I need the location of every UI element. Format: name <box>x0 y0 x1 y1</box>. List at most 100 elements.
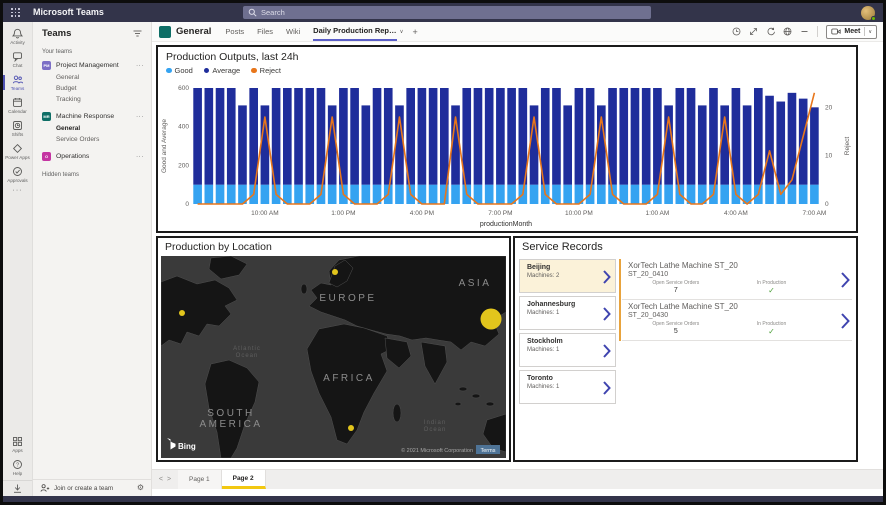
team-avatar: O <box>42 152 51 161</box>
svg-text:Ocean: Ocean <box>424 427 447 433</box>
rail-more-button[interactable]: ··· <box>3 187 32 199</box>
expand-icon[interactable] <box>749 27 758 36</box>
svg-text:0: 0 <box>825 201 829 208</box>
in-production-check: ✓ <box>724 286 820 295</box>
search-input[interactable]: Search <box>243 6 651 19</box>
add-tab-button[interactable]: + <box>413 27 418 37</box>
svg-text:Bing: Bing <box>178 442 196 451</box>
join-or-create-team-button[interactable]: Join or create a team ⚙ <box>33 479 151 496</box>
rail-item-activity[interactable]: Activity <box>3 26 32 47</box>
rail-item-power-apps[interactable]: Power Apps <box>3 141 32 162</box>
meet-button[interactable]: Meet ∨ <box>826 25 877 39</box>
tab-posts[interactable]: Posts <box>225 22 244 41</box>
team-more-button[interactable]: ··· <box>136 153 144 160</box>
team-more-button[interactable]: ··· <box>136 62 144 69</box>
chart-legend: Good Average Reject <box>166 66 856 75</box>
tab-daily-production-report[interactable]: Daily Production Rep… <box>313 22 396 41</box>
svg-text:Good and Average: Good and Average <box>161 119 168 173</box>
rail-item-help[interactable]: ? Help <box>3 457 32 478</box>
open-service-orders-value: 5 <box>628 328 724 335</box>
svg-text:SOUTH: SOUTH <box>207 408 255 419</box>
title-bar: Microsoft Teams Search <box>3 3 883 22</box>
map-dot-johannesburg[interactable] <box>348 425 354 431</box>
svg-text:Reject: Reject <box>844 137 851 156</box>
terms-link[interactable]: Terms <box>476 445 500 454</box>
filter-icon[interactable] <box>132 28 143 39</box>
page-tab-2[interactable]: Page 2 <box>222 470 266 489</box>
location-item-johannesburg[interactable]: Johannesburg Machines: 1 <box>519 296 616 330</box>
world-map[interactable]: EUROPE ASIA AFRICA SOUTH AMERICA Atlanti… <box>161 256 506 458</box>
page-next-button[interactable]: > <box>167 476 171 483</box>
rail-item-chat[interactable]: Chat <box>3 49 32 70</box>
rail-item-calendar[interactable]: Calendar <box>3 95 32 116</box>
team-row-machine-response[interactable]: MR Machine Response ··· <box>33 109 151 123</box>
svg-text:10: 10 <box>825 153 833 160</box>
location-item-toronto[interactable]: Toronto Machines: 1 <box>519 370 616 404</box>
map-title: Production by Location <box>165 241 509 253</box>
tab-files[interactable]: Files <box>257 22 273 41</box>
svg-text:AFRICA: AFRICA <box>323 373 375 384</box>
main-content: General Posts Files Wiki Daily Productio… <box>152 22 883 496</box>
globe-icon[interactable] <box>783 27 792 36</box>
download-desktop-button[interactable] <box>3 480 32 496</box>
legend-dot-average <box>204 68 210 74</box>
user-avatar[interactable] <box>861 6 875 20</box>
svg-text:7:00 PM: 7:00 PM <box>488 210 512 217</box>
meet-dropdown-icon[interactable]: ∨ <box>868 29 872 35</box>
chevron-right-icon[interactable] <box>603 344 611 358</box>
presence-dot <box>871 16 876 21</box>
refresh-icon[interactable] <box>766 27 775 36</box>
svg-text:productionMonth: productionMonth <box>480 221 532 228</box>
search-placeholder: Search <box>261 8 285 17</box>
divider-accent <box>619 259 621 341</box>
machine-card-st20-0430[interactable]: XorTech Lathe Machine ST_20 ST_20_0430 O… <box>622 300 852 341</box>
page-prev-button[interactable]: < <box>159 476 163 483</box>
collapse-icon[interactable] <box>800 27 809 36</box>
svg-text:1:00 PM: 1:00 PM <box>331 210 355 217</box>
chevron-right-icon[interactable] <box>603 381 611 395</box>
report-page-tabs: < > Page 1 Page 2 <box>152 469 883 489</box>
channel-row[interactable]: Tracking <box>33 94 151 105</box>
channel-row[interactable]: Service Orders <box>33 134 151 145</box>
rail-item-approvals[interactable]: Approvals <box>3 164 32 185</box>
svg-text:EUROPE: EUROPE <box>319 293 376 304</box>
calendar-icon <box>12 97 23 108</box>
team-row-project-management[interactable]: PM Project Management ··· <box>33 58 151 72</box>
hidden-teams-label[interactable]: Hidden teams <box>42 172 151 178</box>
svg-text:Atlantic: Atlantic <box>233 346 261 352</box>
channel-row[interactable]: Budget <box>33 83 151 94</box>
tab-dropdown-icon[interactable]: ∨ <box>400 29 404 35</box>
channel-team-avatar <box>159 26 171 38</box>
clock-icon[interactable] <box>732 27 741 36</box>
location-item-beijing[interactable]: Beijing Machines: 2 <box>519 259 616 293</box>
chevron-right-icon[interactable] <box>603 307 611 321</box>
team-more-button[interactable]: ··· <box>136 113 144 120</box>
waffle-icon[interactable] <box>11 8 20 17</box>
channel-row-active[interactable]: General <box>33 123 151 134</box>
gear-icon[interactable]: ⚙ <box>137 484 144 492</box>
svg-text:?: ? <box>16 462 19 468</box>
page-tab-1[interactable]: Page 1 <box>178 470 222 489</box>
rail-item-apps[interactable]: Apps <box>3 434 32 455</box>
team-row-operations[interactable]: O Operations ··· <box>33 149 151 163</box>
open-service-orders-value: 7 <box>628 287 724 294</box>
rail-item-shifts[interactable]: Shifts <box>3 118 32 139</box>
machine-card-st20-0410[interactable]: XorTech Lathe Machine ST_20 ST_20_0410 O… <box>622 259 852 300</box>
channel-row[interactable]: General <box>33 72 151 83</box>
production-bar-chart[interactable]: 02004006000102010:00 AM1:00 PM4:00 PM7:0… <box>158 83 856 229</box>
chevron-right-icon[interactable] <box>841 313 850 329</box>
tab-wiki[interactable]: Wiki <box>286 22 300 41</box>
teams-sidebar: Teams Your teams PM Project Management ·… <box>33 22 152 496</box>
location-item-stockholm[interactable]: Stockholm Machines: 1 <box>519 333 616 367</box>
legend-dot-good <box>166 68 172 74</box>
map-dot-stockholm[interactable] <box>332 269 338 275</box>
rail-item-teams[interactable]: Teams <box>3 72 32 93</box>
chevron-right-icon[interactable] <box>841 272 850 288</box>
channel-title: General <box>176 26 211 37</box>
svg-text:4:00 PM: 4:00 PM <box>410 210 434 217</box>
svg-text:400: 400 <box>178 124 189 131</box>
map-dot-toronto[interactable] <box>179 310 185 316</box>
svg-text:Terms: Terms <box>481 448 496 454</box>
chevron-right-icon[interactable] <box>603 270 611 284</box>
map-dot-beijing[interactable] <box>481 309 502 330</box>
